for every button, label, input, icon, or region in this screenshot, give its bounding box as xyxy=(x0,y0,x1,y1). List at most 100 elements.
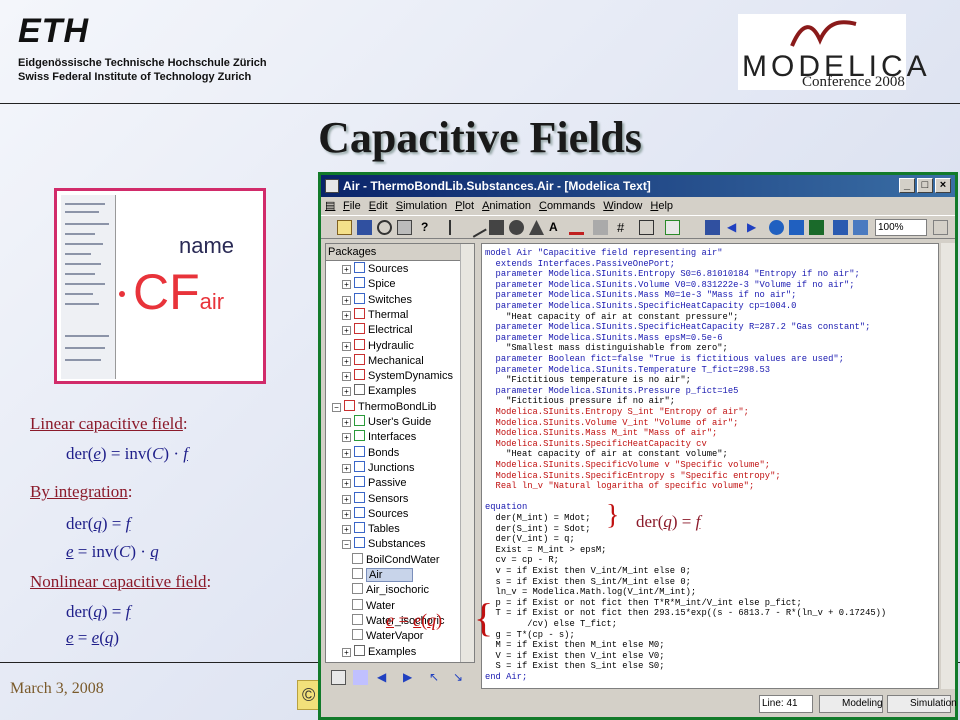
tree-item[interactable]: + Sources xyxy=(342,506,408,522)
tree-item[interactable]: + Examples xyxy=(342,644,416,660)
rectangle-tool-icon[interactable] xyxy=(489,220,504,235)
tree-item[interactable]: + Examples xyxy=(342,384,416,399)
expand-toggle-icon[interactable]: − xyxy=(332,402,341,412)
doc-view-icon[interactable] xyxy=(853,220,868,235)
menu-edit[interactable]: Edit xyxy=(365,197,392,215)
browser-collapse-icon[interactable]: ↘ xyxy=(453,670,468,685)
zoom-select[interactable]: 100% xyxy=(875,219,927,236)
forward-arrow-icon[interactable]: ▶ xyxy=(747,220,762,235)
expand-toggle-icon[interactable]: + xyxy=(342,310,351,320)
info-icon[interactable] xyxy=(809,220,824,235)
tree-item[interactable]: + Tables xyxy=(342,522,400,537)
browser-forward-icon[interactable]: ▶ xyxy=(403,670,418,685)
tree-item[interactable]: WaterVapor xyxy=(352,629,423,644)
tree-item[interactable]: − ThermoBondLib xyxy=(332,399,436,415)
help-icon[interactable]: ? xyxy=(421,220,436,235)
component-view-icon[interactable] xyxy=(353,670,368,685)
tree-view-icon[interactable] xyxy=(331,670,346,685)
close-icon[interactable]: × xyxy=(935,178,951,193)
menu-commands[interactable]: Commands xyxy=(535,197,599,215)
tree-item[interactable]: Air xyxy=(352,568,414,583)
menu-help[interactable]: Help xyxy=(646,197,677,215)
tree-item[interactable]: + Sensors xyxy=(342,491,408,507)
modeling-mode-button[interactable]: Modeling xyxy=(819,695,883,713)
tree-item[interactable]: + Junctions xyxy=(342,460,414,476)
eq5-e: e xyxy=(66,628,74,647)
expand-toggle-icon[interactable]: + xyxy=(342,418,351,427)
grid-icon[interactable]: # xyxy=(617,220,632,235)
expand-toggle-icon[interactable]: + xyxy=(342,463,351,473)
fill-color-icon[interactable] xyxy=(593,220,608,235)
menu-window[interactable]: Window xyxy=(599,197,646,215)
menu-animation[interactable]: Animation xyxy=(478,197,535,215)
expand-toggle-icon[interactable]: + xyxy=(342,494,351,504)
tree-item[interactable]: + Thermal xyxy=(342,307,408,323)
browser-back-icon[interactable]: ◀ xyxy=(377,670,392,685)
expand-toggle-icon[interactable]: + xyxy=(342,433,351,443)
package-icon xyxy=(352,598,363,610)
expand-toggle-icon[interactable]: + xyxy=(342,647,351,657)
simulation-mode-button[interactable]: Simulation xyxy=(887,695,957,713)
expand-toggle-icon[interactable]: − xyxy=(342,540,351,550)
tree-item[interactable]: + Hydraulic xyxy=(342,338,414,354)
diagram-icon[interactable] xyxy=(769,220,784,235)
code-scrollbar[interactable] xyxy=(941,243,955,689)
expand-toggle-icon[interactable]: + xyxy=(342,341,351,351)
expand-toggle-icon[interactable]: + xyxy=(342,295,351,305)
icon-view-icon[interactable] xyxy=(789,220,804,235)
check-icon[interactable] xyxy=(665,220,680,235)
window-titlebar[interactable]: Air - ThermoBondLib.Substances.Air - [Mo… xyxy=(321,175,955,197)
tree-item[interactable]: + Passive xyxy=(342,476,407,491)
ellipse-tool-icon[interactable] xyxy=(509,220,524,235)
back-arrow-icon[interactable]: ◀ xyxy=(727,220,742,235)
expand-toggle-icon[interactable]: + xyxy=(342,479,351,489)
tree-item[interactable]: + SystemDynamics xyxy=(342,369,453,384)
code-line: "Fictitious temperature is no air"; xyxy=(485,375,691,386)
tree-item[interactable]: BoilCondWater xyxy=(352,552,440,568)
tree-item[interactable]: + Bonds xyxy=(342,445,399,461)
expand-toggle-icon[interactable]: + xyxy=(342,448,351,458)
tree-item[interactable]: + User's Guide xyxy=(342,415,431,430)
expand-toggle-icon[interactable]: + xyxy=(342,265,351,274)
window-app-icon[interactable] xyxy=(325,179,339,193)
expand-toggle-icon[interactable]: + xyxy=(342,525,351,535)
polyline-tool-icon[interactable] xyxy=(466,217,487,238)
save-icon[interactable] xyxy=(357,220,372,235)
browser-expand-icon[interactable]: ↖ xyxy=(429,670,444,685)
minimize-icon[interactable]: _ xyxy=(899,178,915,193)
package-icon xyxy=(354,476,365,488)
text-tool-icon[interactable]: A xyxy=(549,220,564,235)
transform-icon[interactable] xyxy=(639,220,654,235)
line-tool-icon[interactable] xyxy=(449,220,464,235)
package-browser-scrollbar[interactable] xyxy=(460,244,474,662)
print-icon[interactable] xyxy=(397,220,412,235)
library-icon[interactable] xyxy=(705,220,720,235)
menu-simulation[interactable]: Simulation xyxy=(392,197,451,215)
expand-toggle-icon[interactable]: + xyxy=(342,387,351,397)
line-color-icon[interactable] xyxy=(569,220,584,235)
tree-item[interactable]: Air_isochoric xyxy=(352,583,429,598)
expand-toggle-icon[interactable]: + xyxy=(342,326,351,336)
open-folder-icon[interactable] xyxy=(337,220,352,235)
menu-plot[interactable]: Plot xyxy=(451,197,478,215)
polygon-tool-icon[interactable] xyxy=(529,220,544,235)
tree-item[interactable]: + Electrical xyxy=(342,323,413,338)
maximize-icon[interactable]: □ xyxy=(917,178,933,193)
zoom-fit-icon[interactable] xyxy=(933,220,948,235)
expand-toggle-icon[interactable]: + xyxy=(342,280,351,290)
code-editor[interactable]: model Air "Capacitive field representing… xyxy=(481,243,939,689)
tree-item[interactable]: + Sources xyxy=(342,262,408,277)
expand-toggle-icon[interactable]: + xyxy=(342,372,351,382)
tree-item[interactable]: + Switches xyxy=(342,292,412,308)
text-view-icon[interactable] xyxy=(833,220,848,235)
menu-file[interactable]: File xyxy=(339,197,365,215)
tree-item[interactable]: + Mechanical xyxy=(342,353,424,369)
tree-item[interactable]: − Substances xyxy=(342,537,425,552)
tree-item[interactable]: + Spice xyxy=(342,277,396,292)
menu-doc-icon[interactable]: ▤ xyxy=(321,197,339,215)
tree-item[interactable]: + Interfaces xyxy=(342,430,416,445)
search-icon[interactable] xyxy=(377,220,392,235)
expand-toggle-icon[interactable]: + xyxy=(342,356,351,366)
expand-toggle-icon[interactable]: + xyxy=(342,509,351,519)
tree-item-label: Sources xyxy=(368,263,409,275)
